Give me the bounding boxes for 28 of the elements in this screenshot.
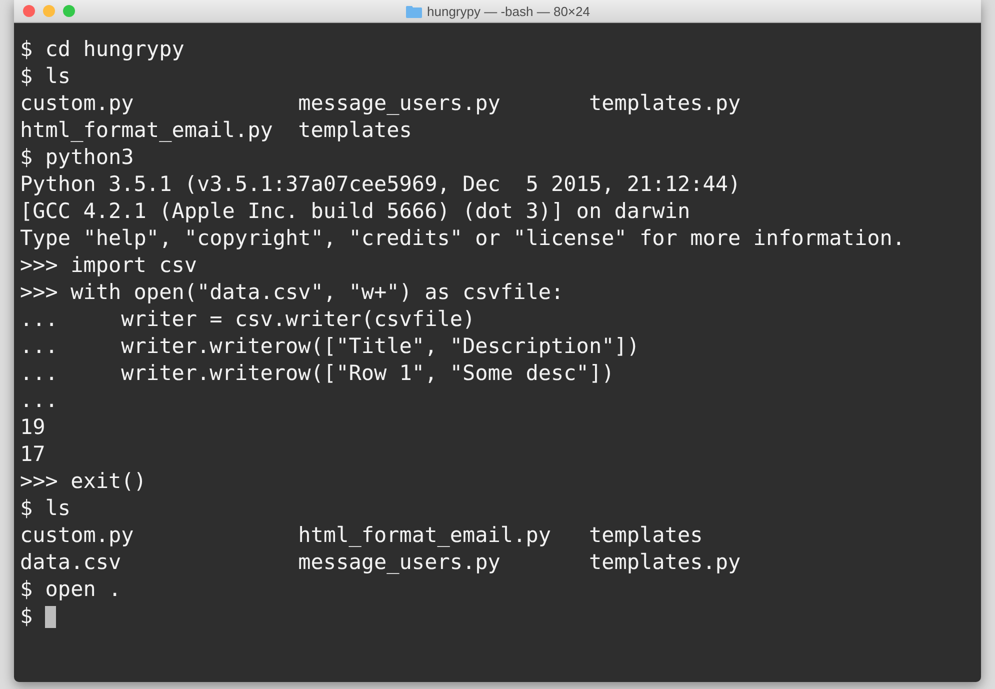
terminal-line: data.csv message_users.py templates.py (20, 549, 741, 576)
terminal-line: >>> with open("data.csv", "w+") as csvfile: (20, 279, 564, 306)
terminal-line: ... (20, 387, 58, 414)
text-cursor (45, 606, 56, 628)
terminal-line: 19 (20, 414, 46, 441)
prompt-text: $ (20, 603, 34, 630)
terminal-line: $ ls (20, 63, 71, 90)
minimize-icon[interactable] (43, 5, 55, 17)
terminal-line: custom.py html_format_email.py templates (20, 522, 703, 549)
terminal-line: Python 3.5.1 (v3.5.1:37a07cee5969, Dec 5 2015, 21:12:44) (20, 171, 741, 198)
terminal-line: 17 (20, 441, 46, 468)
terminal-line: >>> import csv (20, 252, 198, 279)
terminal-line: $ cd hungrypy (20, 36, 184, 63)
terminal-line: $ ls (20, 495, 71, 522)
terminal-line: custom.py message_users.py templates.py (20, 90, 741, 117)
terminal-line: ... writer.writerow(["Row 1", "Some desc"]) (20, 360, 614, 387)
close-icon[interactable] (23, 5, 35, 17)
folder-icon (406, 4, 422, 18)
terminal-line: ... writer = csv.writer(csvfile) (20, 306, 476, 333)
terminal-line: $ open . (20, 576, 122, 603)
zoom-icon[interactable] (63, 5, 75, 17)
terminal-line: Type "help", "copyright", "credits" or "license" for more information. (20, 225, 906, 252)
terminal-line: [GCC 4.2.1 (Apple Inc. build 5666) (dot 3)] on darwin (20, 198, 690, 225)
terminal-line: $ python3 (20, 144, 134, 171)
terminal-line: html_format_email.py templates (20, 117, 412, 144)
terminal-line: ... writer.writerow(["Title", "Description"]) (20, 333, 640, 360)
terminal-line: >>> exit() (20, 468, 146, 495)
window-title: hungrypy — -bash — 80×24 (427, 4, 590, 18)
